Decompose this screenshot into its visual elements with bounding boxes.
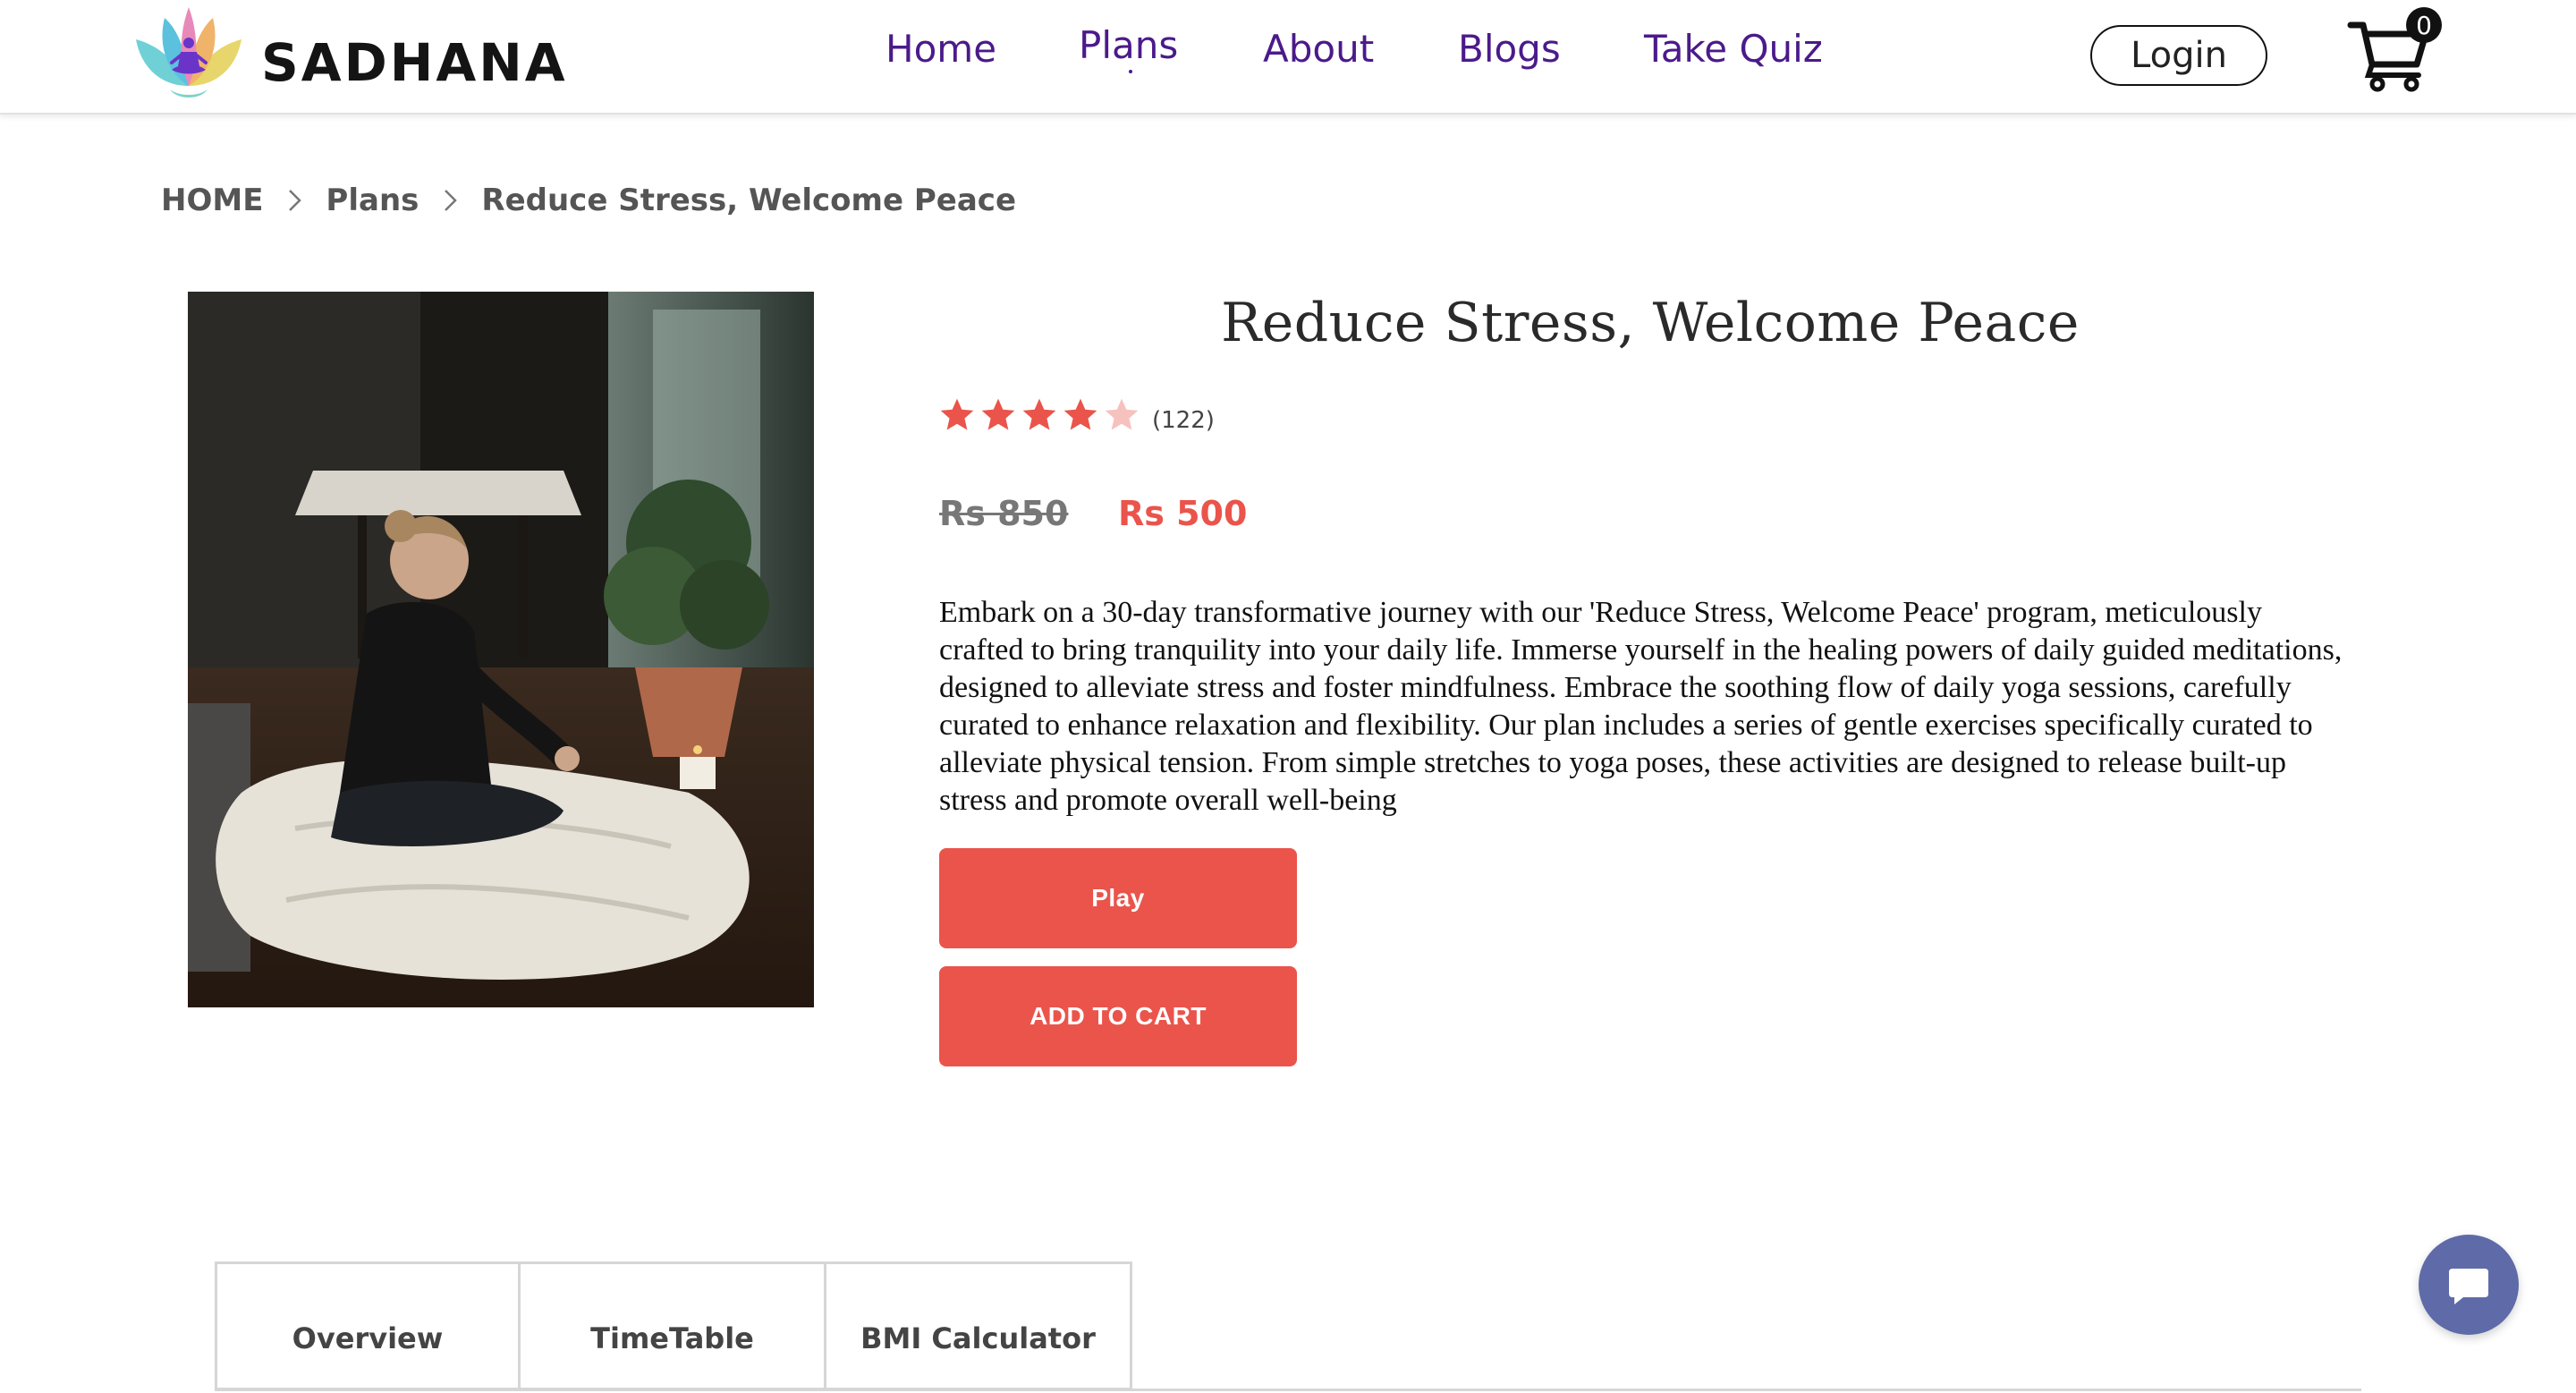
product-image — [188, 292, 814, 1007]
site-header: SADHANA Home Plans About Blogs Take Quiz… — [0, 0, 2576, 115]
nav-plans[interactable]: Plans — [1079, 23, 1178, 73]
tab-bmi-calculator[interactable]: BMI Calculator — [826, 1261, 1132, 1390]
star-filled-icon — [1063, 398, 1097, 430]
rating-count: (122) — [1152, 407, 1215, 434]
nav-take-quiz[interactable]: Take Quiz — [1644, 27, 1823, 71]
chat-button[interactable] — [2419, 1235, 2519, 1335]
star-filled-icon — [981, 398, 1015, 430]
breadcrumb-plans[interactable]: Plans — [326, 183, 419, 218]
plan-tabs: Overview TimeTable BMI Calculator — [215, 1261, 1132, 1390]
brand-name[interactable]: SADHANA — [261, 32, 568, 93]
tab-overview[interactable]: Overview — [215, 1261, 521, 1390]
cart-count-badge: 0 — [2406, 7, 2442, 43]
star-filled-icon — [940, 398, 974, 430]
login-button[interactable]: Login — [2090, 25, 2267, 86]
tab-panel-border — [215, 1389, 2361, 1391]
rating: (122) — [937, 395, 1215, 435]
chevron-right-icon — [289, 190, 302, 211]
product-description: Embark on a 30-day transformative journe… — [939, 596, 2343, 817]
play-button[interactable]: Play — [939, 848, 1297, 948]
original-price: Rs 850 — [939, 494, 1069, 533]
breadcrumb-current: Reduce Stress, Welcome Peace — [481, 183, 1016, 218]
star-empty-icon — [1105, 398, 1139, 430]
star-filled-icon — [1022, 398, 1056, 430]
chevron-right-icon — [445, 190, 458, 211]
breadcrumb: HOME Plans Reduce Stress, Welcome Peace — [161, 183, 1016, 218]
add-to-cart-button[interactable]: ADD TO CART — [939, 966, 1297, 1066]
breadcrumb-home[interactable]: HOME — [161, 183, 263, 218]
nav-home[interactable]: Home — [886, 27, 996, 71]
chat-bubble-icon — [2449, 1269, 2488, 1304]
tab-timetable[interactable]: TimeTable — [521, 1261, 826, 1390]
product-title: Reduce Stress, Welcome Peace — [1221, 292, 2080, 354]
nav-about[interactable]: About — [1263, 27, 1374, 71]
lotus-meditation-icon[interactable] — [134, 4, 243, 102]
nav-blogs[interactable]: Blogs — [1458, 27, 1561, 71]
sale-price: Rs 500 — [1118, 494, 1248, 533]
